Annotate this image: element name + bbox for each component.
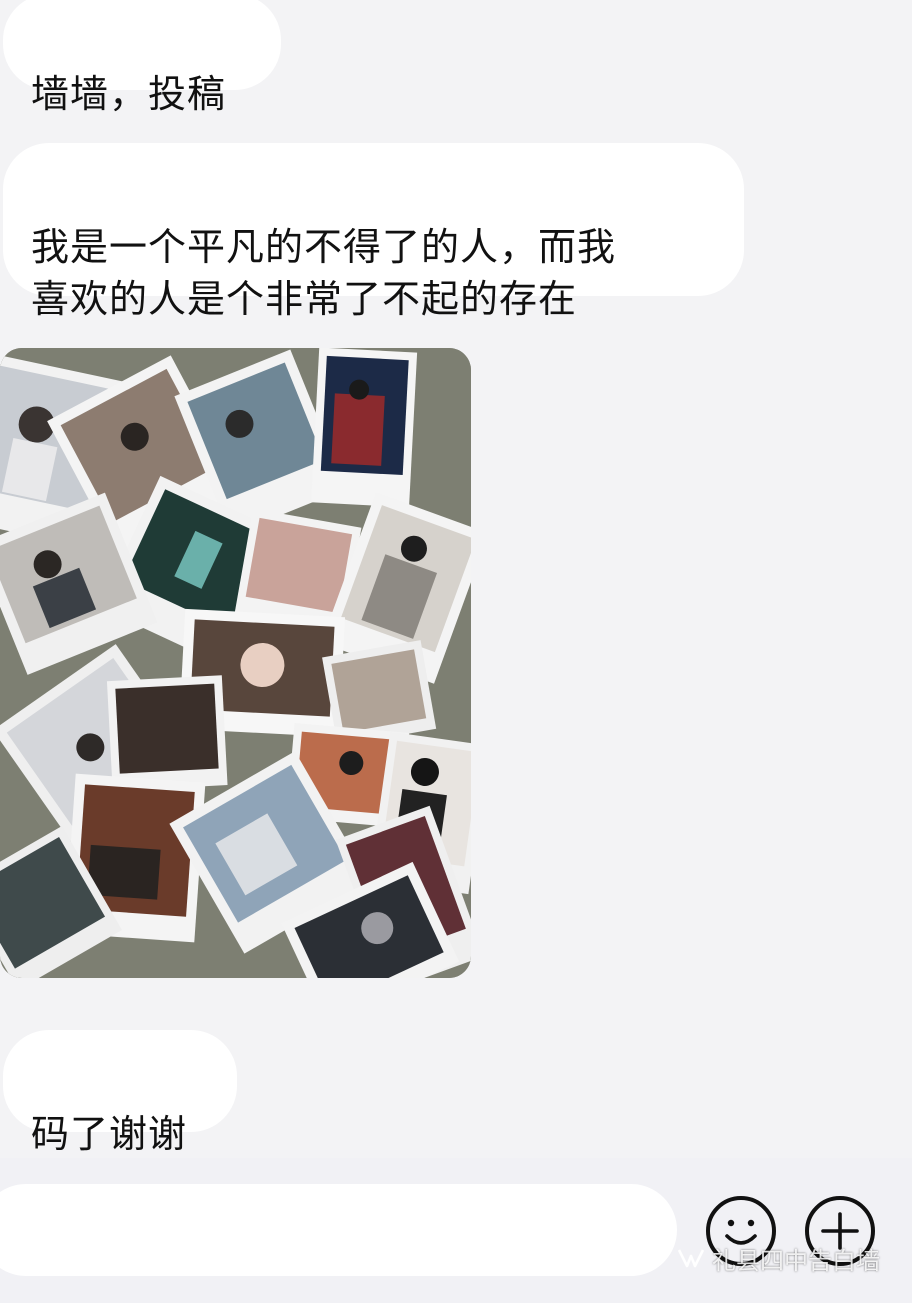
message-bubble-3: 码了谢谢 xyxy=(3,1030,237,1156)
wechat-channel-icon xyxy=(677,1249,705,1268)
watermark-text: 礼县四中告白墙 xyxy=(712,1246,880,1275)
message-text-1: 墙墙，投稿 xyxy=(31,72,227,116)
message-text-2: 我是一个平凡的不得了的人，而我 喜欢的人是个非常了不起的存在 xyxy=(31,225,617,321)
polaroid-collage xyxy=(0,348,471,978)
watermark: 礼县四中告白墙 xyxy=(676,1238,880,1278)
message-input[interactable] xyxy=(0,1184,677,1276)
message-image[interactable] xyxy=(0,348,471,978)
message-text-3: 码了谢谢 xyxy=(31,1112,188,1156)
message-bubble-1: 墙墙，投稿 xyxy=(3,0,281,116)
message-bubble-2: 我是一个平凡的不得了的人，而我 喜欢的人是个非常了不起的存在 xyxy=(3,143,744,321)
